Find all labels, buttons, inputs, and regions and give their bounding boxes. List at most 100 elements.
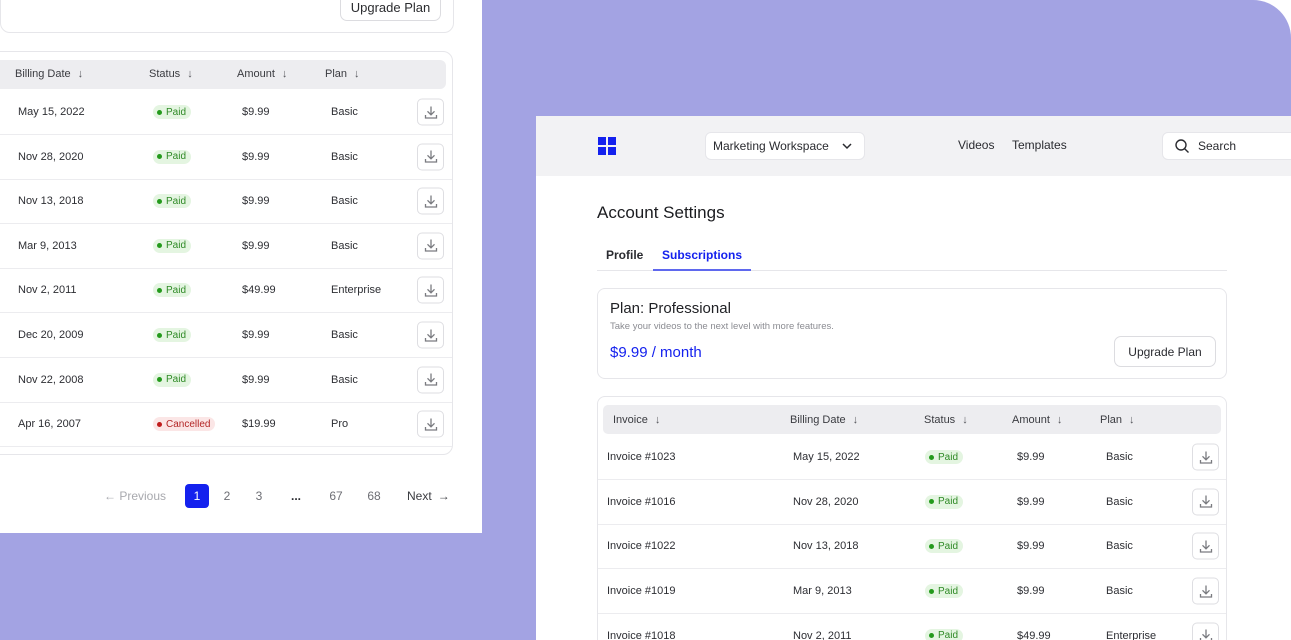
download-button[interactable]	[417, 143, 444, 171]
status-badge: Cancelled	[153, 417, 216, 432]
arrow-down-icon: ↓	[354, 68, 360, 80]
table-row: Invoice #1023 May 15, 2022 Paid $9.99 Basic	[598, 435, 1226, 480]
page-button[interactable]: 68	[364, 484, 384, 508]
tab-profile[interactable]: Profile	[606, 248, 643, 262]
download-button[interactable]	[1192, 532, 1219, 560]
column-header-amount[interactable]: Amount ↓	[237, 68, 287, 80]
download-button[interactable]	[417, 366, 444, 394]
plan-cell: Basic	[331, 195, 358, 208]
download-icon	[1198, 449, 1214, 465]
download-button[interactable]	[417, 232, 444, 260]
tab-subscriptions[interactable]: Subscriptions	[662, 248, 742, 262]
download-button[interactable]	[417, 98, 444, 126]
column-header-billing-date[interactable]: Billing Date ↓	[790, 414, 858, 426]
download-icon	[423, 104, 439, 120]
chevron-down-icon	[842, 143, 852, 150]
column-header-plan[interactable]: Plan ↓	[325, 68, 360, 80]
nav-link-videos[interactable]: Videos	[958, 138, 994, 152]
status-dot	[157, 332, 162, 338]
status-badge: Paid	[925, 539, 964, 554]
column-header-status[interactable]: Status ↓	[924, 414, 968, 426]
upgrade-plan-button[interactable]: Upgrade Plan	[340, 0, 441, 21]
column-header-invoice[interactable]: Invoice ↓	[613, 414, 660, 426]
previous-page-button[interactable]: ← Previous	[104, 484, 166, 508]
arrow-down-icon: ↓	[962, 414, 968, 426]
upgrade-plan-button[interactable]: Upgrade Plan	[1114, 336, 1216, 367]
plan-description: Take your videos to the next level with …	[610, 321, 834, 332]
arrow-left-icon: ←	[104, 489, 120, 503]
status-dot	[929, 588, 934, 594]
next-page-button[interactable]: Next →	[407, 484, 450, 508]
amount-cell: $19.99	[242, 418, 276, 431]
workspace-select[interactable]: Marketing Workspace	[705, 132, 865, 160]
download-button[interactable]	[1192, 622, 1219, 640]
status-badge: Paid	[153, 328, 192, 342]
status-badge: Paid	[153, 372, 192, 387]
nav-link-templates[interactable]: Templates	[1012, 138, 1067, 152]
status-dot	[929, 543, 934, 549]
download-icon	[423, 416, 439, 432]
status-dot	[157, 377, 162, 383]
column-header-status[interactable]: Status ↓	[149, 68, 193, 80]
table-row: May 15, 2022 Paid $9.99 Basic	[0, 90, 452, 135]
right-panel: Marketing Workspace Videos Templates Sea…	[536, 116, 1291, 640]
billing-date-cell: Nov 28, 2020	[793, 495, 859, 508]
active-tab-indicator	[653, 269, 751, 271]
pagination: ← Previous 1 2 3 ... 67 68 Next →	[0, 484, 482, 508]
plan-cell: Basic	[331, 329, 358, 341]
amount-cell: $9.99	[242, 150, 270, 163]
plan-cell: Enterprise	[331, 284, 382, 297]
status-dot	[157, 287, 162, 293]
left-panel: Upgrade Plan Billing Date ↓ Status ↓ Amoun…	[0, 0, 482, 533]
amount-cell: $9.99	[242, 239, 270, 252]
arrow-down-icon: ↓	[77, 68, 84, 80]
column-header-amount[interactable]: Amount ↓	[1012, 414, 1062, 426]
download-icon	[423, 282, 439, 298]
invoice-cell: Invoice #1019	[607, 585, 676, 598]
billing-date-cell: Nov 2, 2011	[18, 284, 77, 297]
billing-date-cell: Nov 2, 2011	[793, 629, 852, 640]
billing-date-cell: Nov 28, 2020	[18, 150, 84, 163]
table-row: Nov 2, 2011 Paid $49.99 Enterprise	[0, 268, 452, 314]
page-button-current[interactable]: 1	[185, 484, 209, 508]
table-header: Billing Date ↓ Status ↓ Amount ↓ Plan ↓	[0, 60, 446, 89]
download-button[interactable]	[417, 410, 444, 438]
column-header-plan[interactable]: Plan ↓	[1100, 414, 1135, 426]
download-icon	[1198, 583, 1214, 599]
arrow-down-icon: ↓	[654, 414, 661, 426]
billing-date-cell: Dec 20, 2009	[18, 329, 84, 341]
download-button[interactable]	[417, 276, 444, 304]
table-header: Invoice ↓ Billing Date ↓ Status ↓ Amount ↓ P…	[603, 405, 1221, 434]
download-icon	[1198, 628, 1214, 640]
download-button[interactable]	[1192, 443, 1219, 471]
page-button[interactable]: 67	[326, 484, 346, 508]
search-input[interactable]: Search	[1162, 132, 1291, 160]
download-button[interactable]	[417, 321, 444, 349]
logo-grid-icon[interactable]	[598, 137, 616, 155]
download-button[interactable]	[1192, 488, 1219, 516]
status-badge: Paid	[153, 238, 192, 253]
status-dot	[157, 243, 162, 249]
search-icon	[1175, 139, 1189, 153]
billing-date-cell: May 15, 2022	[793, 451, 860, 463]
download-button[interactable]	[1192, 577, 1219, 605]
billing-date-cell: Apr 16, 2007	[18, 418, 81, 431]
column-header-billing-date[interactable]: Billing Date ↓	[15, 68, 83, 80]
table-row: Apr 16, 2007 Cancelled $19.99 Pro	[0, 402, 452, 448]
billing-date-cell: Nov 13, 2018	[18, 195, 84, 208]
status-badge: Paid	[153, 105, 192, 119]
download-button[interactable]	[417, 187, 444, 215]
plan-cell: Basic	[331, 373, 358, 386]
status-dot	[157, 154, 162, 160]
plan-cell: Pro	[331, 418, 349, 431]
invoice-table-card: Invoice ↓ Billing Date ↓ Status ↓ Amount ↓ P…	[597, 396, 1227, 640]
settings-tabs: Profile Subscriptions	[597, 243, 1227, 271]
page-button[interactable]: 2	[220, 484, 234, 508]
plan-cell: Basic	[1106, 451, 1133, 463]
status-badge: Paid	[153, 149, 192, 164]
download-icon	[423, 372, 439, 388]
amount-cell: $9.99	[242, 195, 270, 208]
page-button[interactable]: 3	[252, 484, 266, 508]
invoice-cell: Invoice #1018	[607, 629, 676, 640]
table-row: Dec 20, 2009 Paid $9.99 Basic	[0, 313, 452, 358]
